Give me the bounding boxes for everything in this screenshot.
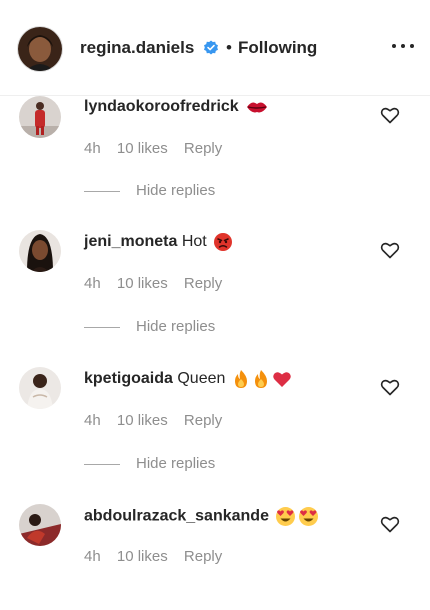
like-heart-icon[interactable] xyxy=(380,515,400,533)
replies-divider-line xyxy=(84,326,120,328)
replies-divider-line xyxy=(84,463,120,465)
comment-meta: 4h 10 likes Reply xyxy=(84,275,234,292)
verified-badge-icon xyxy=(204,40,218,55)
reply-button[interactable]: Reply xyxy=(184,275,222,292)
comment-text: lyndaokoroofredrick xyxy=(84,98,269,116)
commenter-avatar[interactable] xyxy=(19,230,61,272)
commenter-avatar[interactable] xyxy=(19,367,61,409)
reply-button[interactable]: Reply xyxy=(184,548,222,565)
comment-username[interactable]: jeni_moneta xyxy=(84,233,177,250)
comment-item: jeni_moneta Hot 4h 10 likes Reply xyxy=(0,230,430,310)
heart-eyes-emoji-icon xyxy=(299,507,319,526)
comment-username[interactable]: kpetigoaida xyxy=(84,370,173,387)
comment-time: 4h xyxy=(84,140,101,157)
comment-item: kpetigoaida Queen 4h 10 likes Reply xyxy=(0,367,430,447)
separator-dot: • xyxy=(226,38,232,57)
comment-time: 4h xyxy=(84,412,101,429)
comment-text: kpetigoaida Queen xyxy=(84,369,292,389)
comment-likes[interactable]: 10 likes xyxy=(117,140,168,157)
more-options-icon[interactable] xyxy=(392,44,414,50)
hide-replies-label: Hide replies xyxy=(136,182,216,199)
replies-divider-line xyxy=(84,190,120,192)
comment-username[interactable]: abdoulrazack_sankande xyxy=(84,508,269,525)
hide-replies-button[interactable]: Hide replies xyxy=(84,318,215,335)
fire-emoji-icon xyxy=(234,370,247,388)
lips-emoji-icon xyxy=(247,102,268,113)
commenter-avatar[interactable] xyxy=(19,96,61,138)
hide-replies-button[interactable]: Hide replies xyxy=(84,182,215,199)
hide-replies-label: Hide replies xyxy=(136,318,216,335)
comment-text: jeni_moneta Hot xyxy=(84,232,233,252)
comment-likes[interactable]: 10 likes xyxy=(117,412,168,429)
angry-face-emoji-icon xyxy=(214,233,233,251)
comment-likes[interactable]: 10 likes xyxy=(117,548,168,565)
like-heart-icon[interactable] xyxy=(380,241,400,259)
reply-button[interactable]: Reply xyxy=(184,412,222,429)
like-heart-icon[interactable] xyxy=(380,106,400,124)
following-button[interactable]: Following xyxy=(238,38,317,58)
comment-likes[interactable]: 10 likes xyxy=(117,275,168,292)
red-heart-emoji-icon xyxy=(273,372,291,387)
comment-body: Hot xyxy=(181,233,207,251)
reply-button[interactable]: Reply xyxy=(184,140,222,157)
comment-text: abdoulrazack_sankande xyxy=(84,506,319,527)
comment-meta: 4h 10 likes Reply xyxy=(84,548,234,565)
comment-time: 4h xyxy=(84,275,101,292)
comment-item: lyndaokoroofredrick 4h 10 likes Reply xyxy=(0,96,430,176)
header-username[interactable]: regina.daniels xyxy=(80,38,194,58)
comment-meta: 4h 10 likes Reply xyxy=(84,140,234,157)
post-header: regina.daniels • Following xyxy=(0,0,430,96)
comment-time: 4h xyxy=(84,548,101,565)
hide-replies-label: Hide replies xyxy=(136,455,216,472)
like-heart-icon[interactable] xyxy=(380,378,400,396)
hide-replies-button[interactable]: Hide replies xyxy=(84,455,215,472)
comment-body: Queen xyxy=(177,370,226,388)
comment-item: abdoulrazack_sankande 4h 10 likes Reply xyxy=(0,504,430,584)
fire-emoji-icon xyxy=(254,370,267,388)
commenter-avatar[interactable] xyxy=(19,504,61,546)
comment-username[interactable]: lyndaokoroofredrick xyxy=(84,98,239,115)
comment-meta: 4h 10 likes Reply xyxy=(84,412,234,429)
profile-avatar[interactable] xyxy=(18,27,62,71)
heart-eyes-emoji-icon xyxy=(276,507,296,526)
